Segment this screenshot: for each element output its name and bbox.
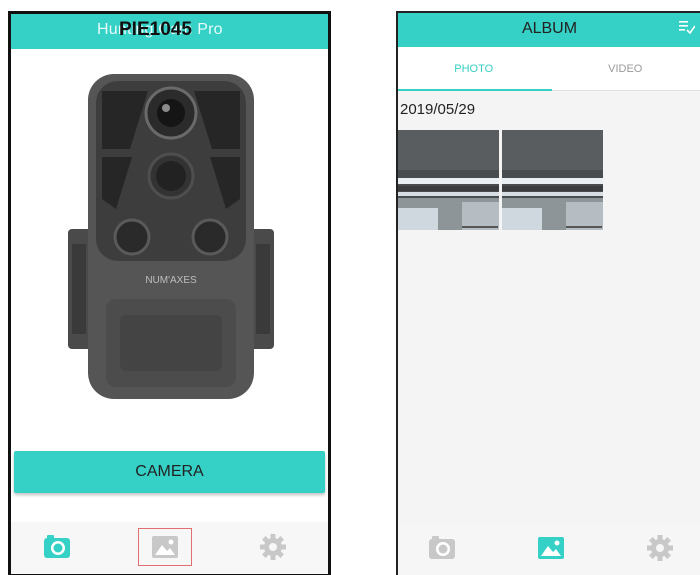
date-group-label: 2019/05/29 — [400, 101, 476, 118]
bottom-tab-bar — [398, 523, 700, 575]
active-tab-indicator — [398, 89, 552, 91]
camera-screen: Hunting Cam Pro PIE1045 NUM'AXES CAMERA — [8, 11, 331, 575]
camera-icon[interactable] — [43, 534, 71, 560]
photo-thumbnail[interactable] — [398, 130, 499, 230]
media-type-tabs: PHOTO VIDEO — [398, 47, 700, 91]
album-screen: ALBUM PHOTO VIDEO 2019/05/29 — [396, 11, 700, 575]
select-list-icon[interactable] — [679, 20, 695, 34]
page-title: ALBUM — [521, 20, 578, 37]
camera-brand-label: NUM'AXES — [145, 275, 197, 286]
gear-icon[interactable] — [646, 535, 674, 561]
image-icon[interactable] — [151, 534, 179, 560]
image-icon[interactable] — [537, 535, 565, 561]
tab-photo[interactable]: PHOTO — [398, 47, 550, 91]
title-bar: Hunting Cam Pro PIE1045 — [11, 14, 328, 49]
tab-video[interactable]: VIDEO — [550, 47, 700, 91]
gear-icon[interactable] — [259, 534, 287, 560]
title-bar: ALBUM — [398, 13, 700, 47]
camera-icon[interactable] — [428, 535, 456, 561]
model-label-overlay: PIE1045 — [119, 19, 192, 40]
trail-camera-image: NUM'AXES — [68, 74, 274, 399]
photo-thumbnail[interactable] — [502, 130, 603, 230]
camera-button[interactable]: CAMERA — [14, 451, 325, 493]
bottom-tab-bar — [11, 522, 328, 574]
